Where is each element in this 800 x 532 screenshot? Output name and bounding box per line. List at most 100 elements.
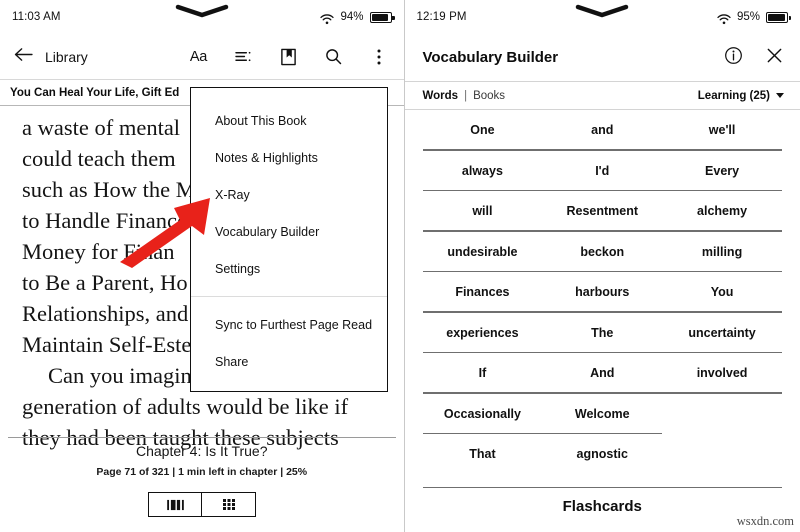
battery-icon — [766, 11, 791, 23]
vocabulary-word-grid: One and we'll always I'd Every will Resentment a… — [405, 110, 800, 475]
reader-overflow-menu: About This Book Notes & Highlights X-Ray… — [190, 87, 388, 392]
word-row: Occasionally Welcome — [422, 394, 783, 435]
wifi-icon — [717, 12, 731, 24]
menu-item-share[interactable]: Share — [191, 343, 387, 380]
vocabulary-word-cell[interactable]: will — [423, 191, 543, 232]
chevron-down-notch-icon — [572, 4, 632, 18]
status-time: 12:19 PM — [416, 11, 467, 23]
left-status-bar: 11:03 AM 94% — [0, 0, 404, 34]
word-row: always I'd Every — [422, 151, 782, 192]
word-row: experiences The uncertainty — [422, 313, 782, 354]
chapter-title: Chapter 4: Is It True? — [135, 443, 268, 459]
vocabulary-word-cell[interactable]: uncertainty — [662, 313, 782, 354]
menu-item-x-ray[interactable]: X-Ray — [191, 176, 387, 213]
flashcards-divider — [422, 487, 782, 489]
tab-separator: | — [464, 89, 468, 102]
word-row: undesirable beckon milling — [422, 232, 782, 273]
vocabulary-word-cell[interactable]: involved — [662, 353, 782, 394]
word-row: will Resentment alchemy — [422, 191, 782, 232]
chevron-down-icon — [776, 93, 784, 98]
vocabulary-word-cell[interactable]: The — [542, 313, 662, 354]
vocabulary-word-cell[interactable]: I'd — [542, 151, 662, 192]
info-icon[interactable] — [724, 46, 743, 70]
vocabulary-word-cell[interactable]: That — [423, 434, 543, 475]
book-line: generation of adults would be like if — [22, 394, 349, 419]
battery-icon — [369, 11, 395, 23]
reader-footer: Chapter 4: Is It True? Page 71 of 321 | … — [0, 443, 404, 517]
vocabulary-word-cell[interactable]: and — [542, 110, 662, 151]
vocabulary-word-cell[interactable]: One — [423, 110, 543, 151]
reader-toolbar: Library Aa — [0, 34, 404, 80]
vocabulary-word-cell[interactable]: beckon — [542, 232, 662, 273]
screenshot-root: 11:03 AM 94% Library Aa You Can Heal You… — [0, 0, 800, 532]
vocabulary-word-cell[interactable]: Finances — [423, 272, 543, 313]
menu-item-notes-highlights[interactable]: Notes & Highlights — [191, 139, 387, 176]
flashcards-button[interactable]: Flashcards — [405, 498, 800, 515]
learning-filter-label: Learning (25) — [697, 89, 770, 102]
status-right-group: 94% — [320, 11, 395, 24]
menu-group-secondary: Sync to Furthest Page Read Share — [191, 306, 387, 380]
vocabulary-word-cell[interactable]: alchemy — [662, 191, 782, 232]
vocabulary-word-cell[interactable]: And — [542, 353, 662, 394]
vocabulary-word-cell[interactable]: Every — [662, 151, 782, 192]
font-size-icon[interactable]: Aa — [188, 46, 210, 68]
vocabulary-word-cell[interactable]: Welcome — [542, 394, 662, 435]
word-row: If And involved — [422, 353, 782, 394]
back-to-library-button[interactable]: Library — [14, 47, 88, 67]
page-title: Vocabulary Builder — [422, 49, 559, 66]
vocabulary-word-cell[interactable]: harbours — [542, 272, 662, 313]
vocabulary-word-cell[interactable]: experiences — [423, 313, 543, 354]
status-time: 11:03 AM — [12, 11, 61, 23]
page-view-icon[interactable] — [149, 493, 202, 516]
vocabulary-tabs-row: Words | Books Learning (25) — [404, 82, 800, 110]
kindle-reader-panel: 11:03 AM 94% Library Aa You Can Heal You… — [0, 0, 405, 532]
search-icon[interactable] — [323, 46, 345, 68]
view-mode-toggle — [147, 492, 256, 517]
chevron-down-notch-icon — [172, 4, 232, 18]
menu-divider — [191, 296, 387, 297]
right-status-bar: 12:19 PM 95% — [405, 0, 800, 34]
menu-item-about-this-book[interactable]: About This Book — [191, 102, 387, 139]
reader-toolbar-icons: Aa — [188, 46, 390, 68]
vocabulary-builder-panel: 12:19 PM 95% Vocabulary Builder Words | … — [404, 0, 800, 532]
vocabulary-word-cell[interactable]: Occasionally — [423, 394, 543, 435]
page-progress-meta: Page 71 of 321 | 1 min left in chapter |… — [96, 466, 308, 478]
menu-group-primary: About This Book Notes & Highlights X-Ray… — [191, 88, 387, 287]
learning-filter-dropdown[interactable]: Learning (25) — [698, 90, 784, 102]
tab-books[interactable]: Books — [473, 90, 505, 102]
font-size-label: Aa — [189, 48, 208, 65]
table-of-contents-icon[interactable] — [233, 46, 255, 68]
vocabulary-word-cell-empty — [662, 434, 782, 475]
menu-item-sync-furthest-page[interactable]: Sync to Furthest Page Read — [191, 306, 387, 343]
close-icon[interactable] — [765, 46, 784, 70]
word-row: That agnostic — [423, 434, 783, 475]
vocabulary-word-cell-empty — [662, 394, 782, 435]
vocabulary-builder-header: Vocabulary Builder — [404, 34, 800, 82]
status-right-group: 95% — [717, 11, 791, 24]
watermark: wsxdn.com — [736, 514, 794, 528]
menu-item-settings[interactable]: Settings — [191, 250, 387, 287]
bookmark-icon[interactable] — [278, 46, 300, 68]
menu-item-vocabulary-builder[interactable]: Vocabulary Builder — [191, 213, 387, 250]
more-options-icon[interactable] — [368, 46, 390, 68]
word-row: One and we'll — [422, 110, 782, 151]
header-icon-group — [724, 46, 784, 70]
back-label: Library — [45, 48, 88, 65]
vocabulary-word-cell[interactable]: You — [662, 272, 782, 313]
vocabulary-word-cell[interactable]: we'll — [662, 110, 782, 151]
tab-words[interactable]: Words — [423, 90, 459, 102]
vocabulary-word-cell[interactable]: milling — [662, 232, 782, 273]
vocabulary-word-cell[interactable]: always — [423, 151, 543, 192]
vocabulary-word-cell[interactable]: If — [423, 353, 543, 394]
battery-percent: 95% — [736, 11, 760, 23]
page-divider — [8, 437, 396, 438]
back-arrow-icon — [14, 47, 33, 67]
vocabulary-word-cell[interactable]: agnostic — [542, 434, 662, 475]
vocabulary-word-cell[interactable]: undesirable — [423, 232, 543, 273]
grid-view-icon[interactable] — [201, 493, 255, 516]
book-title: You Can Heal Your Life, Gift Ed — [10, 86, 180, 99]
word-row: Finances harbours You — [422, 272, 782, 313]
vocabulary-word-cell[interactable]: Resentment — [542, 191, 662, 232]
wifi-icon — [320, 12, 335, 24]
battery-percent: 94% — [340, 11, 364, 23]
